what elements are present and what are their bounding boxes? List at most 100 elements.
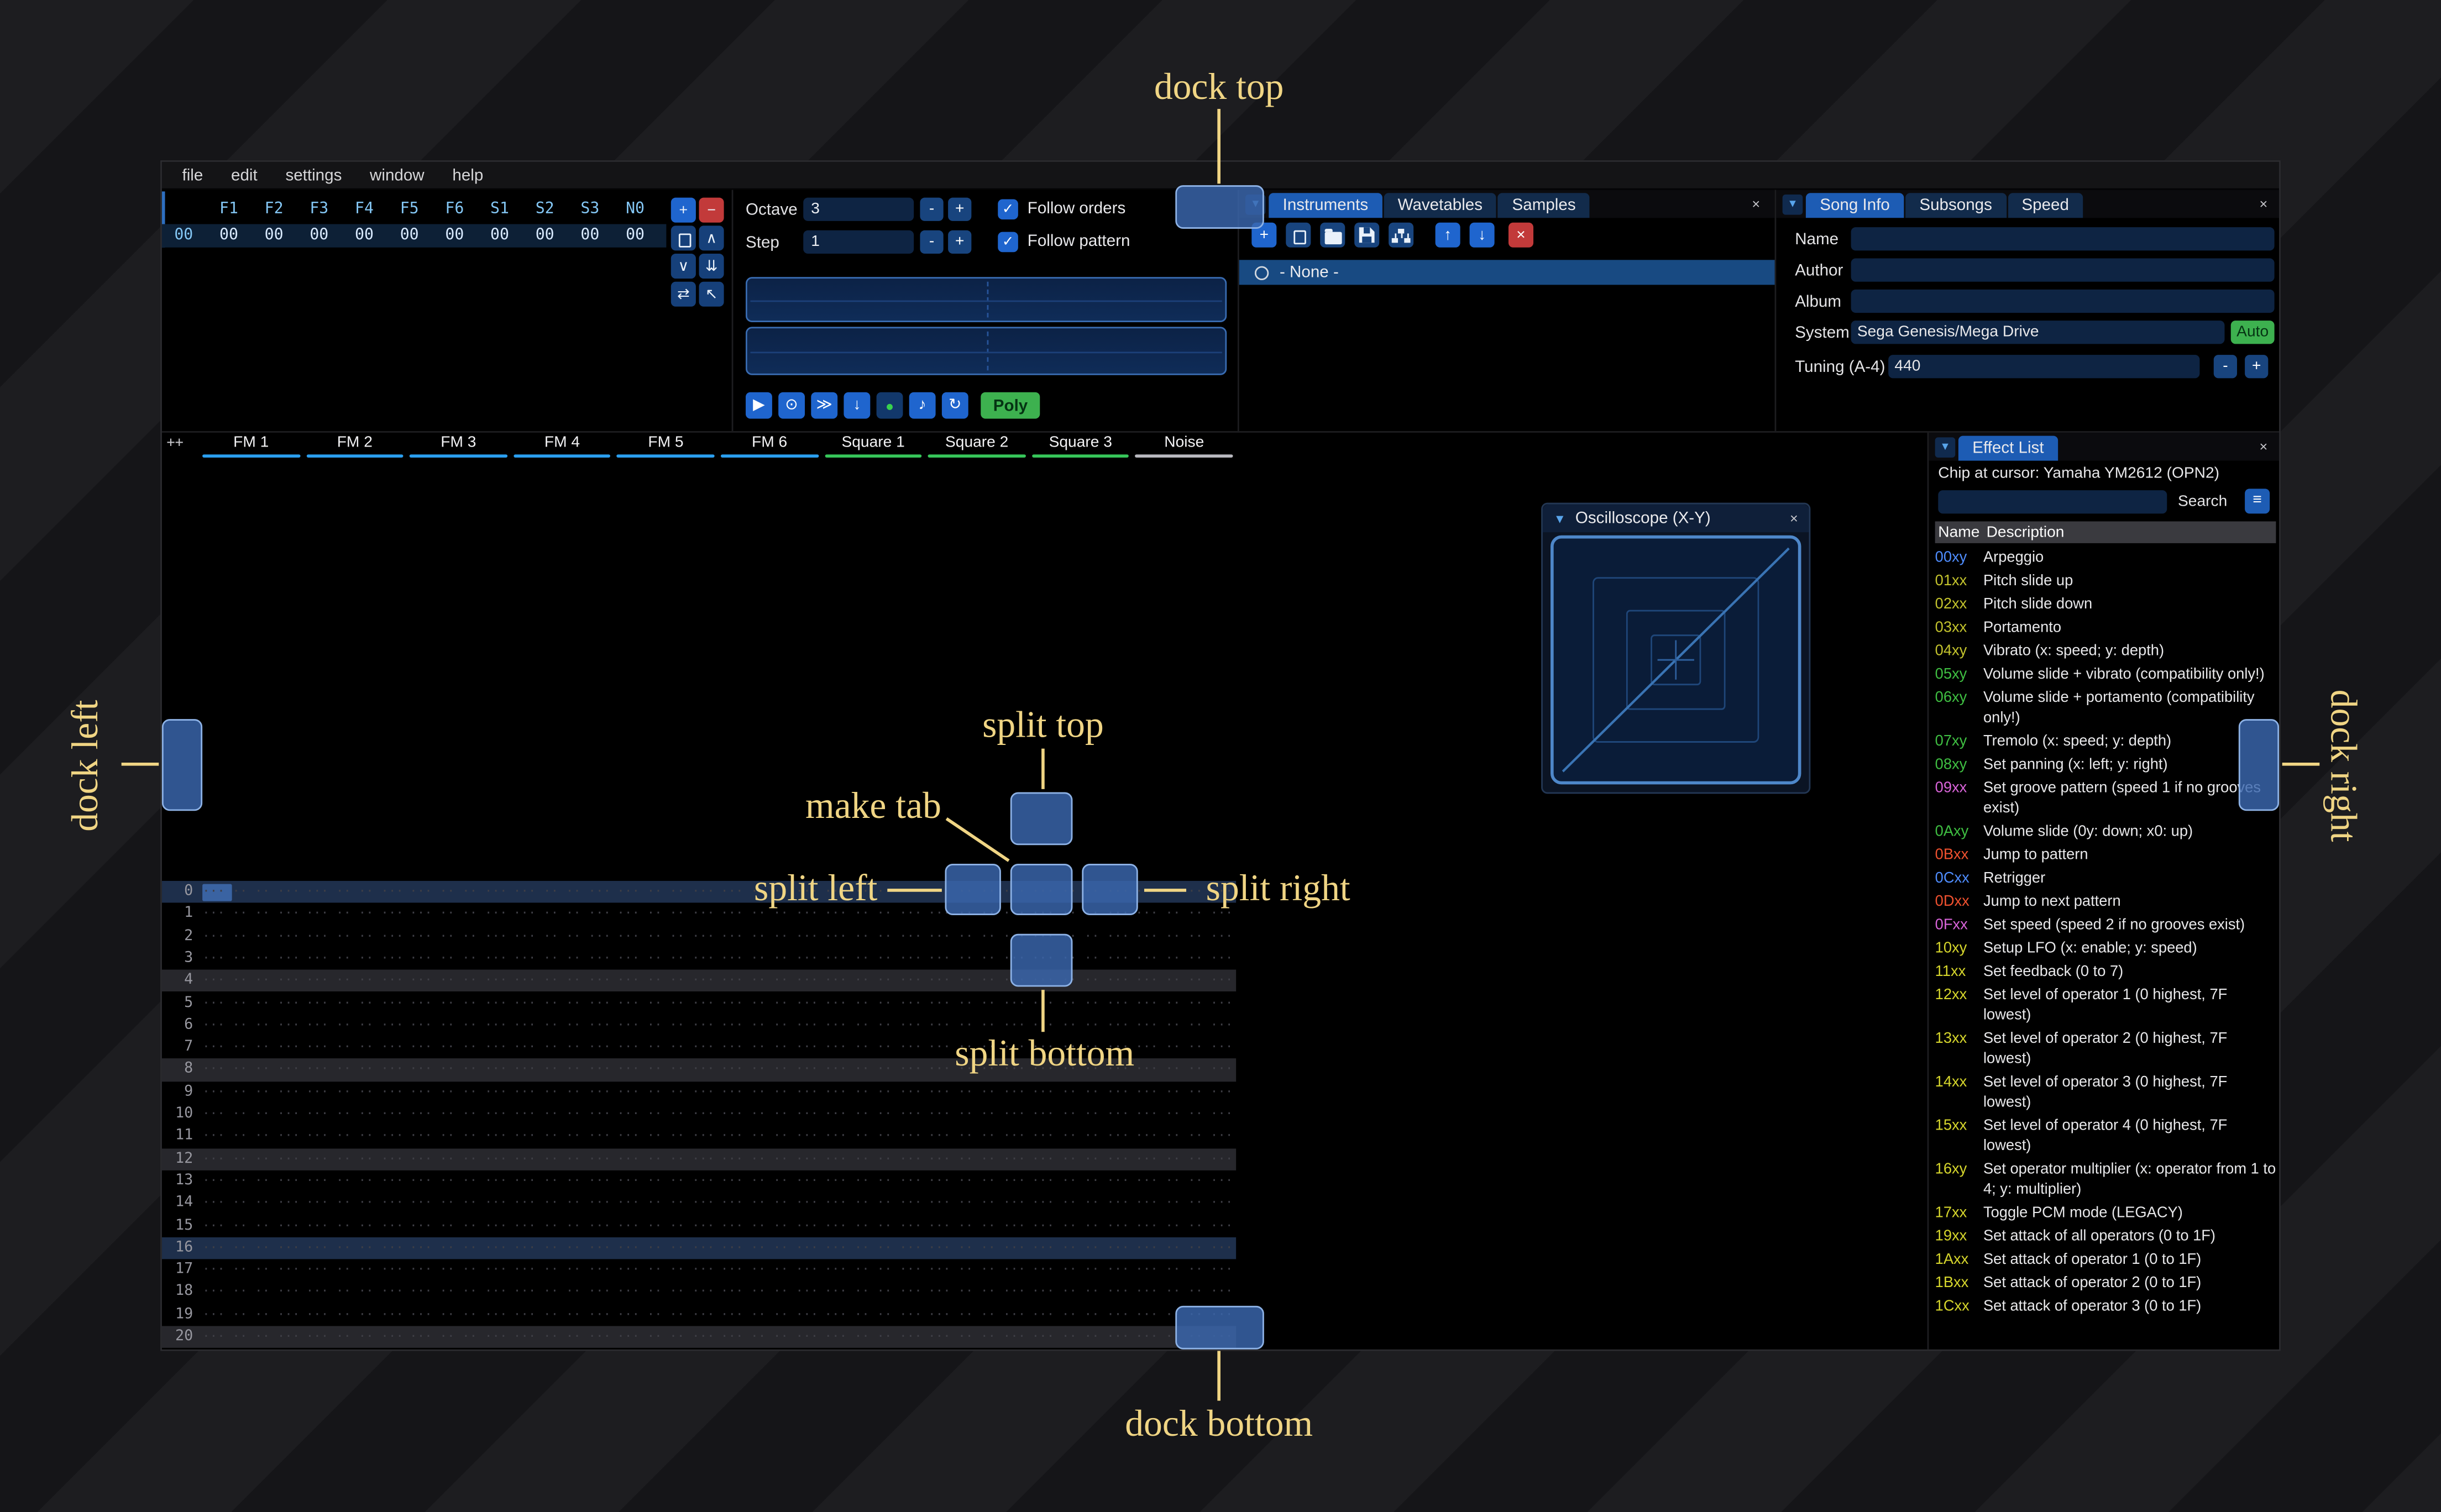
pattern-cell[interactable]: ··· ·· ·· ··· (1133, 1237, 1237, 1259)
pattern-cell[interactable]: ··· ·· ·· ··· (510, 1059, 614, 1081)
pattern-cell[interactable]: ··· ·· ·· ··· (303, 1348, 407, 1350)
close-oscilloscope-button[interactable]: × (1790, 511, 1798, 526)
pattern-cell[interactable]: ··· ·· ·· ··· (1133, 1170, 1237, 1193)
pattern-cell[interactable]: ··· ·· ·· ··· (407, 1170, 511, 1193)
effect-row[interactable]: 0Fxx Set speed (speed 2 if no grooves exi… (1929, 914, 2279, 937)
dock-target-split-bottom[interactable] (1010, 933, 1073, 987)
pattern-cell[interactable]: ··· ·· ·· ··· (199, 1059, 303, 1081)
pattern-cell[interactable]: ··· ·· ·· ··· (614, 1304, 718, 1326)
dock-target-make-tab[interactable] (1010, 864, 1073, 915)
pattern-cell[interactable]: ··· ·· ·· ··· (199, 1326, 303, 1348)
stop-button[interactable]: ↓ (844, 392, 871, 419)
pattern-cell[interactable]: ··· ·· ·· ··· (510, 1104, 614, 1126)
pattern-cell[interactable]: ··· ·· ·· ··· (1133, 1104, 1237, 1126)
pattern-cell[interactable]: ··· ·· ·· ··· (303, 881, 407, 903)
pattern-cell[interactable]: ··· ·· ·· ··· (510, 1126, 614, 1148)
pattern-cell[interactable]: ··· ·· ·· ··· (199, 1304, 303, 1326)
pattern-cell[interactable]: ··· ·· ·· ··· (303, 903, 407, 925)
pattern-cell[interactable]: ··· ·· ·· ··· (925, 1193, 1029, 1215)
poly-button[interactable]: Poly (981, 392, 1040, 419)
pattern-cell[interactable]: ··· ·· ·· ··· (303, 1282, 407, 1304)
pattern-cell[interactable]: ··· ·· ·· ··· (614, 1148, 718, 1170)
pattern-cell[interactable]: ··· ·· ·· ··· (614, 1126, 718, 1148)
effect-row[interactable]: 07xy Tremolo (x: speed; y: depth) (1929, 730, 2279, 753)
add-order-button[interactable]: + (671, 197, 696, 223)
pattern-cell[interactable]: ··· ·· ·· ··· (407, 926, 511, 948)
pattern-cell[interactable]: ··· ·· ·· ··· (614, 1193, 718, 1215)
pattern-cell[interactable]: ··· ·· ·· ··· (510, 1304, 614, 1326)
octave-input[interactable]: 3 (803, 197, 914, 221)
pattern-cell[interactable]: ··· ·· ·· ··· (1029, 1148, 1133, 1170)
play-pattern-button[interactable]: ⊙ (778, 392, 805, 419)
pattern-cell[interactable]: ··· ·· ·· ··· (1133, 1282, 1237, 1304)
pattern-cell[interactable]: ··· ·· ·· ··· (1133, 926, 1237, 948)
tab-instruments[interactable]: Instruments (1269, 193, 1382, 218)
pattern-cell[interactable]: ··· ·· ·· ··· (199, 903, 303, 925)
dock-target-split-top[interactable] (1010, 792, 1073, 846)
effect-row[interactable]: 1Bxx Set attack of operator 2 (0 to 1F) (1929, 1272, 2279, 1295)
pattern-cell[interactable]: ··· ·· ·· ··· (199, 1193, 303, 1215)
pattern-cell[interactable]: ··· ·· ·· ··· (199, 881, 303, 903)
pattern-cell[interactable]: ··· ·· ·· ··· (510, 1148, 614, 1170)
menu-file[interactable]: file (168, 162, 217, 187)
pattern-cell[interactable]: ··· ·· ·· ··· (510, 903, 614, 925)
pattern-cell[interactable]: ··· ·· ·· ··· (821, 970, 925, 992)
effect-row[interactable]: 14xx Set level of operator 3 (0 highest, … (1929, 1071, 2279, 1115)
pattern-cell[interactable]: ··· ·· ·· ··· (821, 1326, 925, 1348)
pattern-cell[interactable]: ··· ·· ·· ··· (303, 1148, 407, 1170)
pattern-cell[interactable]: ··· ·· ·· ··· (303, 1081, 407, 1103)
collapse-oscilloscope-button[interactable]: ▼ (1554, 511, 1566, 525)
effect-row[interactable]: 11xx Set feedback (0 to 7) (1929, 960, 2279, 984)
menu-help[interactable]: help (438, 162, 497, 187)
pattern-cell[interactable]: ··· ·· ·· ··· (717, 948, 821, 970)
pattern-cell[interactable]: ··· ·· ·· ··· (1133, 970, 1237, 992)
pattern-cell[interactable]: ··· ·· ·· ··· (717, 1282, 821, 1304)
effect-row[interactable]: 03xx Portamento (1929, 616, 2279, 639)
pattern-cell[interactable]: ··· ·· ·· ··· (1133, 1037, 1237, 1059)
pattern-cell[interactable]: ··· ·· ·· ··· (199, 948, 303, 970)
effect-row[interactable]: 13xx Set level of operator 2 (0 highest, … (1929, 1027, 2279, 1071)
pattern-cell[interactable]: ··· ·· ·· ··· (510, 1237, 614, 1259)
pattern-cell[interactable]: ··· ·· ·· ··· (407, 1215, 511, 1237)
pattern-cell[interactable]: ··· ·· ·· ··· (199, 1259, 303, 1282)
effect-row[interactable]: 16xy Set operator multiplier (x: operator… (1929, 1158, 2279, 1201)
menu-window[interactable]: window (356, 162, 438, 187)
pattern-cell[interactable]: ··· ·· ·· ··· (717, 992, 821, 1014)
input-author[interactable] (1851, 258, 2275, 282)
menu-settings[interactable]: settings (271, 162, 356, 187)
move-instrument-up-button[interactable]: ↑ (1435, 222, 1460, 248)
pattern-cell[interactable]: ··· ·· ·· ··· (717, 1015, 821, 1037)
pattern-cell[interactable]: ··· ·· ·· ··· (717, 926, 821, 948)
pattern-cell[interactable]: ··· ·· ·· ··· (1029, 1304, 1133, 1326)
input-name[interactable] (1851, 227, 2275, 251)
pattern-cell[interactable]: ··· ·· ·· ··· (303, 1126, 407, 1148)
pattern-cell[interactable]: ··· ·· ·· ··· (199, 1148, 303, 1170)
pattern-cell[interactable]: ··· ·· ·· ··· (303, 1326, 407, 1348)
effect-row[interactable]: 09xx Set groove pattern (speed 1 if no gr… (1929, 776, 2279, 820)
effect-row[interactable]: 06xy Volume slide + portamento (compatibi… (1929, 686, 2279, 730)
pattern-cell[interactable]: ··· ·· ·· ··· (614, 1282, 718, 1304)
pattern-cell[interactable]: ··· ·· ·· ··· (1029, 1081, 1133, 1103)
effect-row[interactable]: 0Axy Volume slide (0y: down; x0: up) (1929, 820, 2279, 843)
pattern-cell[interactable]: ··· ·· ·· ··· (717, 1259, 821, 1282)
effect-row[interactable]: 17xx Toggle PCM mode (LEGACY) (1929, 1201, 2279, 1225)
system-auto-button[interactable]: Auto (2230, 321, 2275, 344)
step-row-button[interactable]: ≫ (811, 392, 838, 419)
pattern-cell[interactable]: ··· ·· ·· ··· (717, 1304, 821, 1326)
pattern-cell[interactable]: ··· ·· ·· ··· (407, 1193, 511, 1215)
effect-row[interactable]: 15xx Set level of operator 4 (0 highest, … (1929, 1114, 2279, 1158)
pattern-cell[interactable]: ··· ·· ·· ··· (510, 926, 614, 948)
pattern-cell[interactable]: ··· ·· ·· ··· (821, 1282, 925, 1304)
dock-target-top[interactable] (1175, 185, 1264, 229)
pattern-cell[interactable]: ··· ·· ·· ··· (303, 1237, 407, 1259)
pattern-cell[interactable]: ··· ·· ·· ··· (510, 881, 614, 903)
pattern-cell[interactable]: ··· ·· ·· ··· (199, 1081, 303, 1103)
pattern-cell[interactable]: ··· ·· ·· ··· (303, 1304, 407, 1326)
dock-target-left[interactable] (161, 719, 203, 811)
pattern-cell[interactable]: ··· ·· ·· ··· (510, 1259, 614, 1282)
tab-wavetables[interactable]: Wavetables (1384, 193, 1497, 218)
pattern-cell[interactable]: ··· ·· ·· ··· (407, 1015, 511, 1037)
effect-row[interactable]: 00xy Arpeggio (1929, 547, 2279, 570)
oscilloscope-titlebar[interactable]: ▼ Oscilloscope (X-Y) × (1542, 504, 1809, 533)
pattern-cell[interactable]: ··· ·· ·· ··· (510, 970, 614, 992)
